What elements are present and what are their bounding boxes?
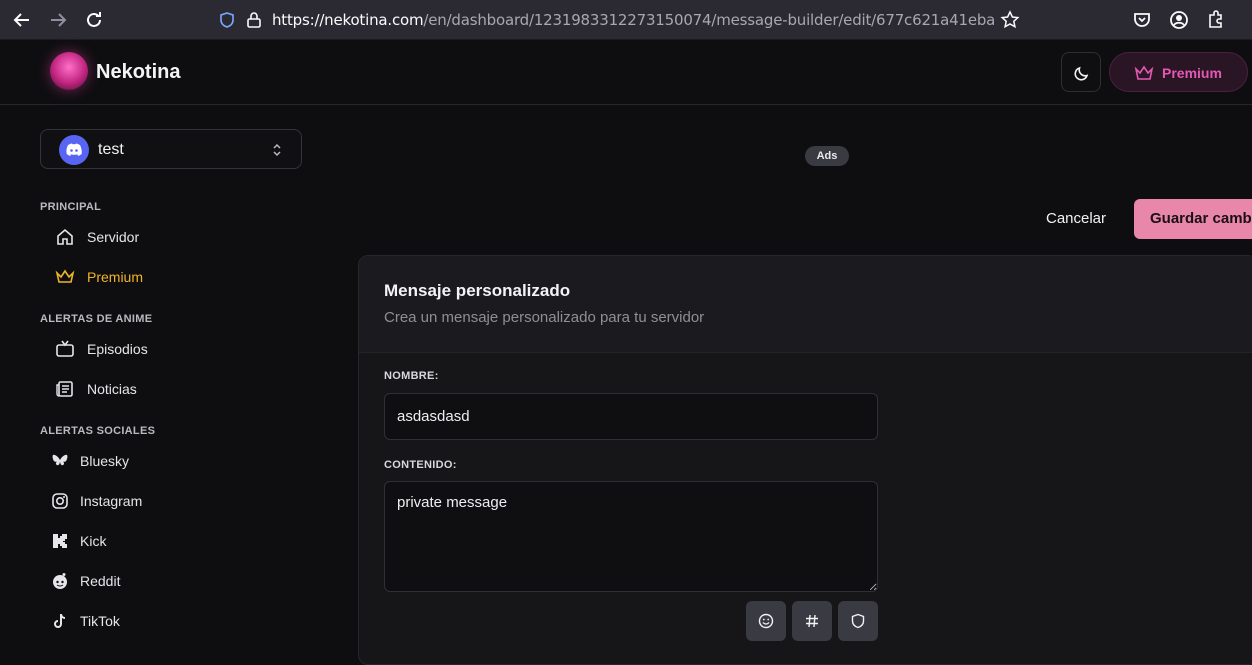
sidebar-item-label: Servidor bbox=[87, 229, 140, 245]
sidebar-item-label: Kick bbox=[80, 533, 107, 549]
crown-icon bbox=[55, 269, 75, 283]
pocket-icon[interactable] bbox=[1130, 8, 1154, 32]
crown-icon bbox=[1134, 65, 1154, 80]
name-label: NOMBRE: bbox=[384, 370, 439, 382]
sidebar-item-label: Noticias bbox=[87, 381, 137, 397]
sidebar-item-label: TikTok bbox=[80, 613, 120, 629]
star-icon[interactable] bbox=[1000, 10, 1020, 35]
section-title-alertas-anime: ALERTAS DE ANIME bbox=[40, 313, 153, 325]
tiktok-icon bbox=[54, 613, 66, 628]
instagram-icon bbox=[52, 493, 68, 509]
content-textarea[interactable]: private message bbox=[384, 481, 878, 592]
cancel-button[interactable]: Cancelar bbox=[1030, 200, 1122, 238]
sidebar-item-episodios[interactable]: Episodios bbox=[55, 334, 255, 364]
sidebar-item-instagram[interactable]: Instagram bbox=[50, 486, 250, 516]
channel-button[interactable] bbox=[792, 601, 832, 641]
server-selector[interactable]: test bbox=[40, 129, 302, 169]
browser-toolbar: https://nekotina.com/en/dashboard/123198… bbox=[0, 0, 1252, 40]
sidebar-item-reddit[interactable]: Reddit bbox=[50, 566, 250, 596]
home-icon bbox=[57, 228, 73, 245]
moon-icon bbox=[1074, 66, 1089, 81]
card-title: Mensaje personalizado bbox=[384, 281, 571, 300]
brand-name[interactable]: Nekotina bbox=[96, 61, 180, 84]
chevron-updown-icon bbox=[273, 143, 281, 157]
card-subtitle: Crea un mensaje personalizado para tu se… bbox=[384, 309, 705, 326]
sidebar-item-kick[interactable]: Kick bbox=[50, 526, 250, 556]
discord-icon bbox=[59, 135, 89, 165]
app-header: Nekotina Premium bbox=[0, 40, 1252, 105]
shield-icon[interactable] bbox=[218, 11, 236, 34]
forward-icon[interactable] bbox=[46, 8, 70, 32]
sidebar-item-label: Instagram bbox=[80, 493, 143, 509]
message-card: Mensaje personalizado Crea un mensaje pe… bbox=[358, 255, 1252, 665]
card-header: Mensaje personalizado Crea un mensaje pe… bbox=[359, 256, 1252, 353]
sidebar-item-premium[interactable]: Premium bbox=[55, 262, 255, 292]
sidebar-item-label: Bluesky bbox=[80, 453, 130, 469]
brand-logo[interactable] bbox=[50, 52, 88, 90]
kick-icon bbox=[53, 534, 67, 548]
sidebar-item-noticias[interactable]: Noticias bbox=[55, 374, 255, 404]
url-text: https://nekotina.com/en/dashboard/123198… bbox=[272, 11, 994, 29]
sidebar-item-tiktok[interactable]: TikTok bbox=[50, 606, 250, 636]
extensions-icon[interactable] bbox=[1203, 8, 1227, 32]
premium-label: Premium bbox=[1162, 65, 1222, 81]
tv-icon bbox=[56, 340, 74, 357]
server-name: test bbox=[98, 141, 124, 158]
theme-toggle-button[interactable] bbox=[1061, 52, 1101, 92]
lock-icon[interactable] bbox=[246, 11, 262, 34]
sidebar-item-bluesky[interactable]: Bluesky bbox=[50, 446, 250, 476]
reddit-icon bbox=[53, 573, 67, 589]
content-label: CONTENIDO: bbox=[384, 459, 457, 471]
newspaper-icon bbox=[56, 381, 73, 397]
url-bar[interactable]: https://nekotina.com/en/dashboard/123198… bbox=[208, 5, 1030, 35]
ads-badge: Ads bbox=[805, 146, 849, 166]
back-icon[interactable] bbox=[10, 8, 34, 32]
premium-button[interactable]: Premium bbox=[1109, 52, 1248, 92]
sidebar-item-label: Premium bbox=[87, 269, 144, 285]
bluesky-icon bbox=[52, 454, 68, 466]
emoji-button[interactable] bbox=[746, 601, 786, 641]
account-icon[interactable] bbox=[1167, 8, 1191, 32]
hashtag-icon bbox=[806, 614, 818, 628]
save-button[interactable]: Guardar camb bbox=[1134, 199, 1252, 239]
sidebar-item-label: Episodios bbox=[87, 341, 148, 357]
role-button[interactable] bbox=[838, 601, 878, 641]
name-input[interactable] bbox=[384, 393, 878, 440]
section-title-alertas-sociales: ALERTAS SOCIALES bbox=[40, 425, 156, 437]
sidebar-item-label: Reddit bbox=[80, 573, 121, 589]
shield-icon bbox=[851, 613, 865, 629]
section-title-principal: PRINCIPAL bbox=[40, 201, 102, 213]
emoji-icon bbox=[758, 613, 774, 629]
sidebar-item-servidor[interactable]: Servidor bbox=[55, 222, 255, 252]
reload-icon[interactable] bbox=[82, 8, 106, 32]
